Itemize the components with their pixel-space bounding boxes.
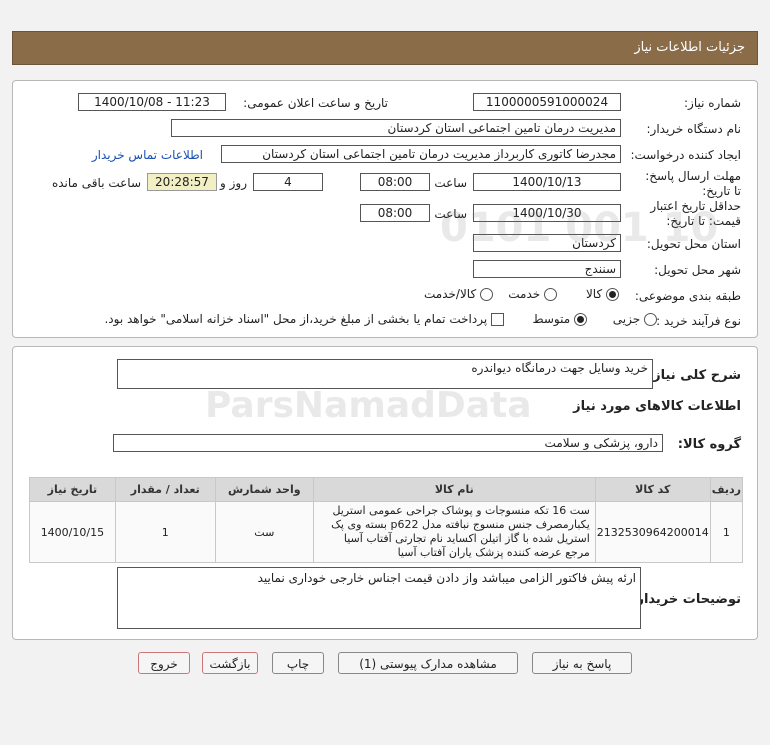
category-both-text: کالا/خدمت: [423, 287, 477, 301]
reply-button[interactable]: پاسخ به نیاز: [532, 652, 632, 674]
buyer-notes-label: توضیحات خریدار:: [631, 592, 741, 607]
remaining-time-field: 20:28:57: [147, 173, 217, 191]
city-label: شهر محل تحویل:: [654, 263, 741, 277]
payment-note-text: پرداخت تمام یا بخشی از مبلغ خرید،از محل …: [104, 312, 488, 326]
exit-button[interactable]: خروج: [138, 652, 190, 674]
process-partial-option[interactable]: جزیی: [613, 312, 657, 326]
goods-info-title: اطلاعات کالاهای مورد نیاز: [573, 399, 741, 414]
process-medium-option[interactable]: متوسط: [532, 312, 587, 326]
announce-field: 1400/10/08 - 11:23: [78, 93, 226, 111]
attachments-button[interactable]: مشاهده مدارک پیوستی (1): [338, 652, 518, 674]
page-title: جزئیات اطلاعات نیاز: [634, 40, 745, 55]
need-number-label: شماره نیاز:: [684, 96, 741, 110]
goods-table: ردیف کد کالا نام کالا واحد شمارش تعداد /…: [29, 477, 744, 563]
requester-label: ایجاد کننده درخواست:: [630, 148, 741, 162]
validity-time-label: ساعت: [434, 207, 467, 221]
back-button[interactable]: بازگشت: [202, 652, 258, 674]
days-field: 4: [253, 173, 323, 191]
goods-table-header: ردیف کد کالا نام کالا واحد شمارش تعداد /…: [29, 477, 744, 502]
summary-field: خرید وسایل جهت درمانگاه دیواندره: [117, 359, 653, 389]
category-service-option[interactable]: خدمت: [508, 287, 557, 301]
col-qty: تعداد / مقدار: [114, 477, 216, 502]
deadline-date-field: 1400/10/13: [473, 173, 621, 191]
validity-time-field: 08:00: [360, 204, 430, 222]
goods-panel: شرح کلی نیاز: خرید وسایل جهت درمانگاه دی…: [12, 346, 758, 640]
col-row: ردیف: [709, 477, 744, 502]
province-label: استان محل تحویل:: [646, 237, 741, 251]
cell-date: 1400/10/15: [29, 501, 116, 563]
category-goods-option[interactable]: کالا: [586, 287, 619, 301]
announce-label: تاریخ و ساعت اعلان عمومی:: [243, 96, 388, 110]
payment-note-checkbox[interactable]: [491, 313, 504, 326]
payment-note-option[interactable]: پرداخت تمام یا بخشی از مبلغ خرید،از محل …: [104, 312, 504, 326]
deadline-time-field: 08:00: [360, 173, 430, 191]
need-info-panel: شماره نیاز: 1100000591000024 تاریخ و ساع…: [12, 80, 758, 338]
category-both-radio[interactable]: [480, 288, 493, 301]
cell-row: 1: [709, 501, 744, 563]
deadline-time-label: ساعت: [434, 176, 467, 190]
cell-qty: 1: [114, 501, 216, 563]
province-field: کردستان: [473, 234, 621, 252]
category-goods-radio[interactable]: [606, 288, 619, 301]
buyer-org-field: مدیریت درمان تامین اجتماعی استان کردستان: [171, 119, 621, 137]
col-name: نام کالا: [312, 477, 596, 502]
need-number-field: 1100000591000024: [473, 93, 621, 111]
category-label: طبقه بندی موضوعی:: [634, 289, 741, 303]
category-both-option[interactable]: کالا/خدمت: [424, 287, 493, 301]
buyer-contact-link[interactable]: اطلاعات تماس خریدار: [92, 148, 203, 162]
col-date: تاریخ نیاز: [29, 477, 116, 502]
process-medium-text: متوسط: [532, 312, 571, 326]
requester-field: مجدرضا کاتوری کاربرداز مدیریت درمان تامی…: [221, 145, 621, 163]
buyer-notes-field: ارئه پیش فاکتور الزامی میباشد واز دادن ق…: [117, 567, 641, 629]
process-partial-text: جزیی: [612, 312, 641, 326]
validity-date-field: 1400/10/30: [473, 204, 621, 222]
goods-group-field: دارو، پزشکی و سلامت: [113, 434, 663, 452]
process-partial-radio[interactable]: [644, 313, 657, 326]
goods-group-label: گروه کالا:: [677, 437, 741, 452]
summary-label: شرح کلی نیاز:: [647, 368, 741, 383]
city-field: سنندج: [473, 260, 621, 278]
page-header: جزئیات اطلاعات نیاز: [12, 31, 758, 65]
col-code: کد کالا: [594, 477, 711, 502]
category-goods-text: کالا: [585, 287, 603, 301]
category-service-text: خدمت: [508, 287, 541, 301]
validity-label: حداقل تاریخ اعتبار قیمت: تا تاریخ:: [650, 199, 741, 228]
table-row: 1 2132530964200014 ست 16 تکه منسوجات و پ…: [29, 501, 744, 563]
process-label: نوع فرآیند خرید :: [656, 314, 741, 328]
days-label: روز و: [220, 176, 247, 190]
remaining-label: ساعت باقی مانده: [51, 176, 141, 190]
cell-code: 2132530964200014: [594, 501, 711, 563]
buyer-org-label: نام دستگاه خریدار:: [646, 122, 742, 136]
category-service-radio[interactable]: [544, 288, 557, 301]
print-button[interactable]: چاپ: [272, 652, 324, 674]
cell-name: ست 16 تکه منسوجات و پوشاک جراحی عمومی اس…: [312, 501, 596, 563]
process-medium-radio[interactable]: [574, 313, 587, 326]
col-unit: واحد شمارش: [214, 477, 314, 502]
deadline-label: مهلت ارسال پاسخ: تا تاریخ:: [645, 169, 741, 198]
cell-unit: ست: [214, 501, 314, 563]
